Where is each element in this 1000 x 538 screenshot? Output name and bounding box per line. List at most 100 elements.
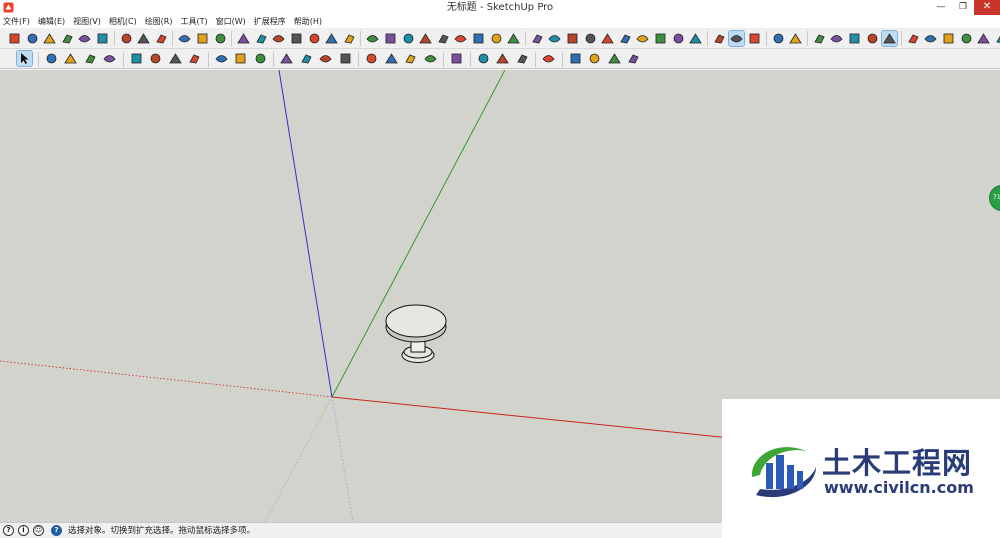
zoom-extents-icon[interactable]	[338, 51, 353, 66]
sandbox-icon[interactable]	[728, 30, 746, 47]
layer-icon[interactable]	[771, 31, 786, 46]
ball-icon[interactable]	[195, 31, 210, 46]
menu-help[interactable]: 帮助(H)	[294, 16, 322, 28]
dome-icon[interactable]	[177, 31, 192, 46]
shed-icon[interactable]	[95, 31, 110, 46]
curve-icon[interactable]	[383, 31, 398, 46]
text-icon[interactable]	[233, 51, 248, 66]
info-icon[interactable]: i	[18, 525, 29, 536]
rotate-icon[interactable]	[168, 51, 183, 66]
brush-icon[interactable]	[671, 31, 686, 46]
r-icon[interactable]	[941, 31, 956, 46]
menu-file[interactable]: 文件(F)	[3, 16, 30, 28]
axis-b-icon[interactable]	[587, 51, 602, 66]
ruby-icon[interactable]	[747, 31, 762, 46]
geo-location-icon[interactable]: ?	[51, 525, 62, 536]
rt-icon[interactable]	[994, 31, 1000, 46]
offset-icon[interactable]	[271, 31, 286, 46]
menu-window[interactable]: 窗口(W)	[216, 16, 246, 28]
panel-icon[interactable]	[618, 31, 633, 46]
bend-icon[interactable]	[489, 31, 504, 46]
stack-blue-icon[interactable]	[881, 30, 899, 47]
menu-edit[interactable]: 编辑(E)	[38, 16, 65, 28]
axis-a-icon[interactable]	[568, 51, 583, 66]
joint-icon[interactable]	[565, 31, 580, 46]
warehouse-book-icon[interactable]	[364, 51, 379, 66]
flag-icon[interactable]	[154, 31, 169, 46]
share-component-icon[interactable]	[384, 51, 399, 66]
paint-bucket-icon[interactable]	[253, 51, 268, 66]
component-icon[interactable]	[25, 31, 40, 46]
section-plane-icon[interactable]	[449, 51, 464, 66]
check-curve-icon[interactable]	[401, 31, 416, 46]
stair-icon[interactable]	[324, 31, 339, 46]
push-pull-icon[interactable]	[129, 51, 144, 66]
garage-icon[interactable]	[60, 31, 75, 46]
close-button[interactable]: ✕	[974, 0, 1000, 15]
axis-d-icon[interactable]	[626, 51, 641, 66]
stack-icon[interactable]	[865, 31, 880, 46]
gem-icon[interactable]	[923, 31, 938, 46]
book-icon[interactable]	[812, 31, 827, 46]
square-outline-icon[interactable]	[829, 31, 844, 46]
grid-icon[interactable]	[307, 31, 322, 46]
flag-small-icon[interactable]	[506, 31, 521, 46]
round-table-model[interactable]	[385, 304, 447, 363]
bowl-icon[interactable]	[583, 31, 598, 46]
move-icon[interactable]	[148, 51, 163, 66]
shape-icon[interactable]	[102, 51, 117, 66]
axis-c-icon[interactable]	[607, 51, 622, 66]
stretch-icon[interactable]	[635, 31, 650, 46]
user-icon[interactable]: ☺	[33, 525, 44, 536]
wave-icon[interactable]	[541, 51, 556, 66]
pencil-icon[interactable]	[63, 51, 78, 66]
arc-edge-icon[interactable]	[418, 31, 433, 46]
orbit-icon[interactable]	[279, 51, 294, 66]
clean-icon[interactable]	[688, 31, 703, 46]
layers-icon[interactable]	[788, 31, 803, 46]
help-question-icon[interactable]: ?	[3, 525, 14, 536]
minimize-button[interactable]: —	[930, 0, 952, 15]
zoom-icon[interactable]	[318, 51, 333, 66]
move-face-icon[interactable]	[254, 31, 269, 46]
cube-icon[interactable]	[600, 31, 615, 46]
house-icon[interactable]	[42, 31, 57, 46]
pin-icon[interactable]	[213, 31, 228, 46]
arc-icon[interactable]	[83, 51, 98, 66]
cut-icon[interactable]	[365, 31, 380, 46]
rb-icon[interactable]	[976, 31, 991, 46]
path-icon[interactable]	[515, 51, 530, 66]
menu-extensions[interactable]: 扩展程序	[254, 16, 286, 28]
flag-red-icon[interactable]	[453, 31, 468, 46]
ruby-console-icon[interactable]	[423, 51, 438, 66]
extrude-icon[interactable]	[289, 31, 304, 46]
line-path-icon[interactable]	[476, 51, 491, 66]
warehouse-icon[interactable]	[7, 31, 22, 46]
globe-icon[interactable]	[959, 31, 974, 46]
eraser-icon[interactable]	[44, 51, 59, 66]
menu-view[interactable]: 视图(V)	[73, 16, 101, 28]
restore-button[interactable]: ❐	[952, 0, 974, 15]
house-outline-icon[interactable]	[77, 31, 92, 46]
eye-icon[interactable]	[712, 31, 727, 46]
select-arrow-icon[interactable]	[16, 50, 33, 67]
push-tool-icon[interactable]	[236, 31, 251, 46]
fold-icon[interactable]	[342, 31, 357, 46]
tag-icon[interactable]	[847, 31, 862, 46]
curve-path-icon[interactable]	[495, 51, 510, 66]
tape-measure-icon[interactable]	[214, 51, 229, 66]
copy-icon[interactable]	[653, 31, 668, 46]
menu-tools[interactable]: 工具(T)	[181, 16, 208, 28]
extension-icon[interactable]	[403, 51, 418, 66]
pan-icon[interactable]	[299, 51, 314, 66]
scale-icon[interactable]	[187, 51, 202, 66]
gold-icon[interactable]	[906, 31, 921, 46]
sphere-icon[interactable]	[119, 31, 134, 46]
weld-icon[interactable]	[471, 31, 486, 46]
box-icon[interactable]	[530, 31, 545, 46]
slice-icon[interactable]	[547, 31, 562, 46]
menu-draw[interactable]: 绘图(R)	[145, 16, 173, 28]
menu-camera[interactable]: 相机(C)	[109, 16, 137, 28]
hat-icon[interactable]	[136, 31, 151, 46]
eraser-shape-icon[interactable]	[436, 31, 451, 46]
